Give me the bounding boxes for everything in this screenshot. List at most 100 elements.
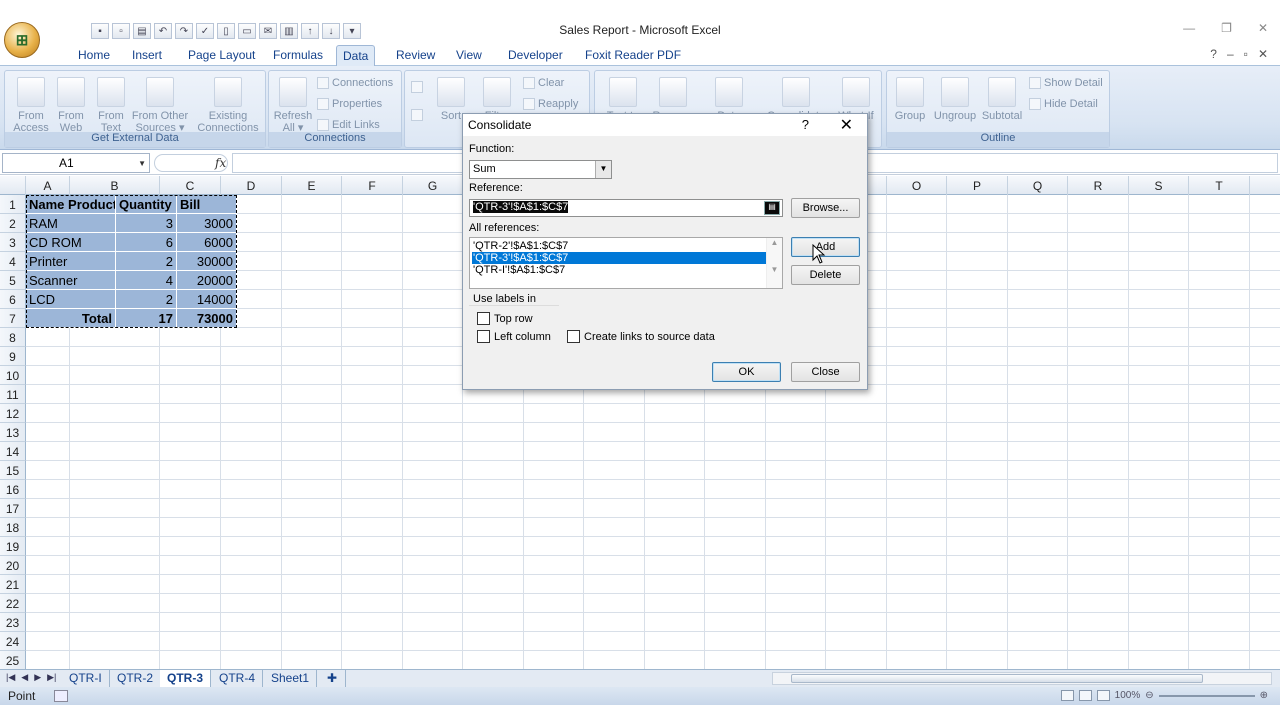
row-header[interactable]: 5 bbox=[0, 271, 26, 290]
sort-z-a-icon[interactable] bbox=[411, 109, 423, 121]
tab-view[interactable]: View bbox=[456, 48, 482, 62]
table-cell[interactable]: 6000 bbox=[177, 233, 237, 252]
table-cell[interactable]: 2 bbox=[116, 290, 177, 309]
table-cell[interactable]: Name Product bbox=[26, 195, 116, 214]
checkbox-box[interactable] bbox=[477, 330, 490, 343]
table-cell[interactable]: 2 bbox=[116, 252, 177, 271]
tab-foxit-reader-pdf[interactable]: Foxit Reader PDF bbox=[585, 48, 681, 62]
table-cell[interactable]: 4 bbox=[116, 271, 177, 290]
last-sheet-icon[interactable]: ▶| bbox=[47, 672, 56, 683]
column-header[interactable]: R bbox=[1068, 176, 1129, 195]
left-column-checkbox[interactable]: Left column bbox=[477, 330, 551, 343]
show-detail-button[interactable]: Show Detail bbox=[1029, 77, 1103, 89]
list-item[interactable]: 'QTR-3'!$A$1:$C$7 bbox=[472, 252, 766, 264]
row-header[interactable]: 6 bbox=[0, 290, 26, 309]
range-picker-icon[interactable]: ▤ bbox=[764, 201, 780, 215]
sort-a-z-icon[interactable] bbox=[411, 81, 423, 93]
delete-button[interactable]: Delete bbox=[791, 265, 860, 285]
reapply-button[interactable]: Reapply bbox=[523, 98, 578, 110]
list-scrollbar[interactable]: ▲ ▼ bbox=[766, 238, 782, 288]
column-header[interactable]: D bbox=[221, 176, 282, 195]
table-cell[interactable]: RAM bbox=[26, 214, 116, 233]
chevron-down-icon[interactable]: ▼ bbox=[595, 161, 611, 178]
row-header[interactable]: 2 bbox=[0, 214, 26, 233]
select-all-corner[interactable] bbox=[0, 176, 26, 195]
existing-connections-button[interactable]: Existing Connections bbox=[195, 77, 261, 134]
next-sheet-icon[interactable]: ▶ bbox=[34, 672, 41, 683]
restore-icon[interactable]: ❐ bbox=[1221, 21, 1232, 35]
from-other-sources-button[interactable]: From Other Sources ▾ bbox=[129, 77, 191, 134]
column-header[interactable]: P bbox=[947, 176, 1008, 195]
sheet-tab-qtr-2[interactable]: QTR-2 bbox=[110, 670, 161, 687]
insert-sheet-icon[interactable]: ✚ bbox=[320, 670, 346, 687]
table-cell[interactable]: Quantity bbox=[116, 195, 177, 214]
row-header[interactable]: 17 bbox=[0, 499, 26, 518]
column-header[interactable]: G bbox=[403, 176, 463, 195]
row-header[interactable]: 18 bbox=[0, 518, 26, 537]
close-button[interactable]: Close bbox=[791, 362, 860, 382]
ribbon-restore-icon[interactable]: ▫ bbox=[1244, 47, 1248, 61]
tab-data[interactable]: Data bbox=[336, 45, 376, 67]
row-header[interactable]: 8 bbox=[0, 328, 26, 347]
help-icon[interactable]: ? bbox=[1210, 47, 1217, 61]
edit-links-button[interactable]: Edit Links bbox=[317, 119, 380, 131]
browse-button[interactable]: Browse... bbox=[791, 198, 860, 218]
minimize-icon[interactable]: — bbox=[1183, 21, 1195, 35]
row-header[interactable]: 22 bbox=[0, 594, 26, 613]
tab-page-layout[interactable]: Page Layout bbox=[188, 48, 255, 62]
connections-button[interactable]: Connections bbox=[317, 77, 393, 89]
insert-function-button[interactable]: fx bbox=[154, 154, 228, 172]
table-cell[interactable]: Printer bbox=[26, 252, 116, 271]
table-cell[interactable]: 6 bbox=[116, 233, 177, 252]
chevron-down-icon[interactable]: ▼ bbox=[138, 159, 146, 168]
hide-detail-button[interactable]: Hide Detail bbox=[1029, 98, 1098, 110]
horizontal-scrollbar[interactable] bbox=[772, 672, 1272, 685]
column-header[interactable]: C bbox=[160, 176, 221, 195]
row-header[interactable]: 15 bbox=[0, 461, 26, 480]
first-sheet-icon[interactable]: |◀ bbox=[6, 672, 15, 683]
ungroup-button[interactable]: Ungroup bbox=[931, 77, 979, 122]
table-cell[interactable]: 73000 bbox=[177, 309, 237, 328]
row-header[interactable]: 10 bbox=[0, 366, 26, 385]
subtotal-button[interactable]: Subtotal bbox=[979, 77, 1025, 122]
row-header[interactable]: 11 bbox=[0, 385, 26, 404]
tab-home[interactable]: Home bbox=[78, 48, 110, 62]
all-references-list[interactable]: 'QTR-2'!$A$1:$C$7 'QTR-3'!$A$1:$C$7 'QTR… bbox=[469, 237, 783, 289]
ribbon-close-icon[interactable]: ✕ bbox=[1258, 47, 1268, 61]
row-header[interactable]: 23 bbox=[0, 613, 26, 632]
close-icon[interactable]: ✕ bbox=[1258, 21, 1268, 35]
checkbox-box[interactable] bbox=[567, 330, 580, 343]
table-cell[interactable]: Scanner bbox=[26, 271, 116, 290]
function-select[interactable]: Sum ▼ bbox=[469, 160, 612, 179]
checkbox-box[interactable] bbox=[477, 312, 490, 325]
row-header[interactable]: 4 bbox=[0, 252, 26, 271]
prev-sheet-icon[interactable]: ◀ bbox=[21, 672, 28, 683]
ribbon-minimize-icon[interactable]: – bbox=[1227, 47, 1234, 61]
reference-input[interactable]: 'QTR-3'!$A$1:$C$7 ▤ bbox=[469, 199, 783, 217]
sheet-tab-sheet1[interactable]: Sheet1 bbox=[264, 670, 318, 687]
row-header[interactable]: 13 bbox=[0, 423, 26, 442]
row-header[interactable]: 14 bbox=[0, 442, 26, 461]
page-break-view-icon[interactable] bbox=[1096, 690, 1110, 701]
row-header[interactable]: 24 bbox=[0, 632, 26, 651]
row-header[interactable]: 9 bbox=[0, 347, 26, 366]
table-cell[interactable]: 3 bbox=[116, 214, 177, 233]
properties-button[interactable]: Properties bbox=[317, 98, 382, 110]
column-header[interactable]: S bbox=[1129, 176, 1189, 195]
table-cell[interactable]: 20000 bbox=[177, 271, 237, 290]
row-header[interactable]: 3 bbox=[0, 233, 26, 252]
table-cell[interactable]: 14000 bbox=[177, 290, 237, 309]
zoom-slider[interactable] bbox=[1158, 694, 1255, 697]
close-icon[interactable]: ✕ bbox=[840, 115, 853, 135]
zoom-out-icon[interactable]: ⊖ bbox=[1145, 690, 1153, 701]
top-row-checkbox[interactable]: Top row bbox=[477, 312, 533, 325]
clear-button[interactable]: Clear bbox=[523, 77, 564, 89]
table-cell[interactable]: CD ROM bbox=[26, 233, 116, 252]
column-header[interactable]: Q bbox=[1008, 176, 1068, 195]
row-header[interactable]: 12 bbox=[0, 404, 26, 423]
tab-developer[interactable]: Developer bbox=[508, 48, 563, 62]
tab-review[interactable]: Review bbox=[396, 48, 435, 62]
table-cell[interactable]: Bill bbox=[177, 195, 237, 214]
table-cell[interactable]: LCD bbox=[26, 290, 116, 309]
from-access-button[interactable]: From Access bbox=[9, 77, 53, 134]
